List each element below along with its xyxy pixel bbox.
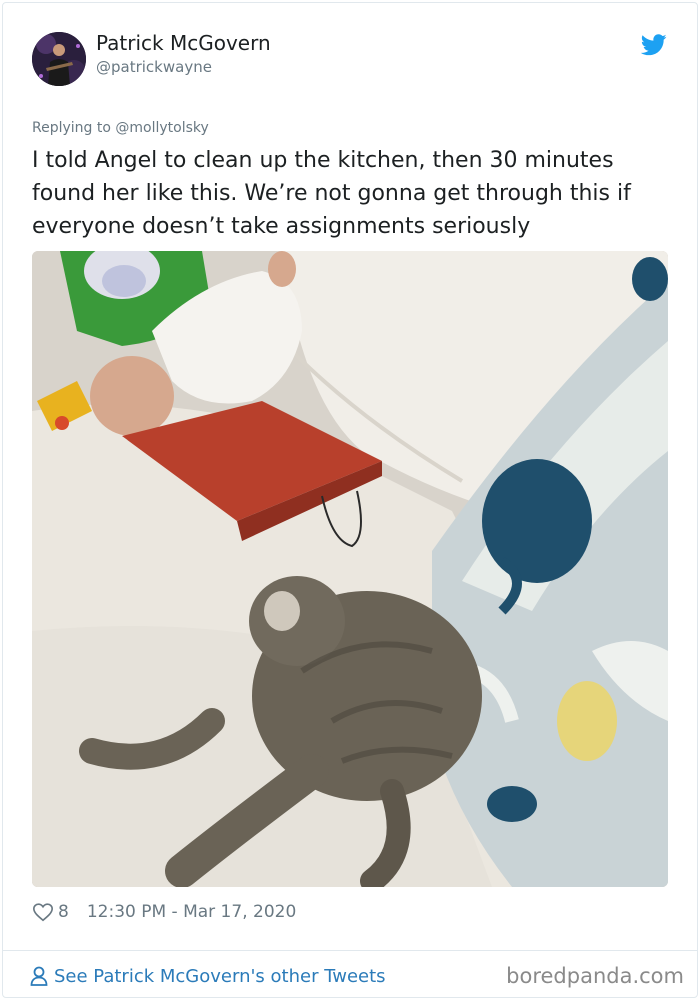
- see-other-tweets-link[interactable]: See Patrick McGovern's other Tweets: [30, 962, 386, 990]
- tweet-text: I told Angel to clean up the kitchen, th…: [32, 148, 631, 239]
- twitter-bird-icon[interactable]: [641, 34, 667, 56]
- replying-prefix: Replying to: [32, 120, 116, 136]
- like-count[interactable]: 8: [58, 902, 69, 922]
- see-other-tweets-label: See Patrick McGovern's other Tweets: [54, 965, 386, 987]
- heart-icon[interactable]: [32, 901, 54, 923]
- author-handle[interactable]: @patrickwayne: [96, 58, 212, 76]
- divider: [2, 950, 698, 951]
- tweet-photo[interactable]: [32, 251, 668, 887]
- replying-to-line: Replying to @mollytolsky: [32, 120, 209, 136]
- timestamp[interactable]: 12:30 PM - Mar 17, 2020: [87, 902, 296, 922]
- avatar[interactable]: [32, 32, 86, 86]
- tweet-meta: 8 12:30 PM - Mar 17, 2020: [32, 898, 296, 926]
- replying-to-link[interactable]: @mollytolsky: [115, 120, 208, 136]
- person-icon: [30, 966, 48, 986]
- author-name[interactable]: Patrick McGovern: [96, 31, 271, 55]
- watermark: boredpanda.com: [506, 964, 684, 988]
